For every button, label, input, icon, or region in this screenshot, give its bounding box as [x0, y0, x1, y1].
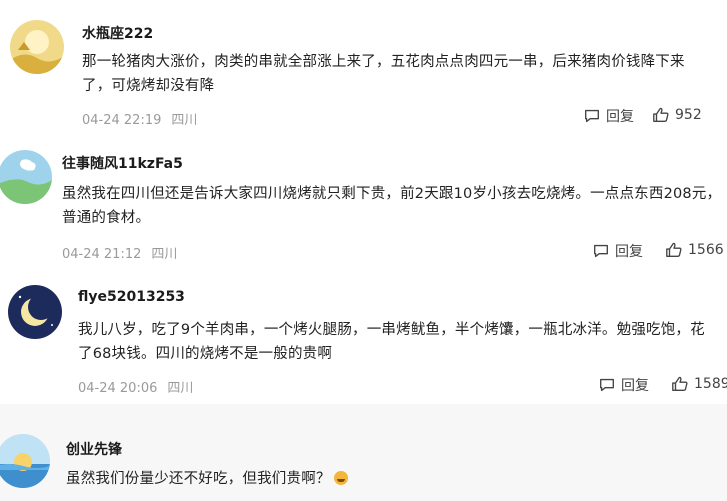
like-button[interactable]: 1589: [671, 375, 727, 393]
reply-button[interactable]: 回复: [583, 106, 634, 126]
like-count: 1566: [688, 242, 724, 258]
reply-button[interactable]: 回复: [592, 241, 643, 261]
avatar-image: [10, 20, 64, 74]
avatar-image: [8, 285, 62, 339]
like-button[interactable]: 952: [652, 106, 702, 124]
reply-button[interactable]: 回复: [598, 375, 649, 395]
comment-bubble-icon: [600, 378, 614, 392]
comment-location: 四川: [151, 247, 178, 262]
comment-bubble-icon: [594, 244, 608, 258]
reply-label: 回复: [621, 378, 649, 394]
like-button[interactable]: 1566: [665, 241, 724, 259]
comment-time: 04-24 22:19: [82, 113, 162, 128]
like-count: 1589: [694, 376, 727, 392]
comment-time: 04-24 21:12: [62, 247, 142, 262]
username[interactable]: 创业先锋: [66, 439, 122, 459]
comment-bubble-icon: [585, 109, 599, 123]
comment-text: 虽然我在四川但还是告诉大家四川烧烤就只剩下贵，前2天跟10岁小孩去吃烧烤。一点点…: [62, 186, 722, 226]
comment-location: 四川: [167, 381, 194, 396]
username[interactable]: 水瓶座222: [82, 23, 153, 43]
thumbs-up-icon: [672, 376, 688, 391]
comment-text: 虽然我们份量少还不好吃，但我们贵啊？: [66, 467, 666, 491]
comment-time: 04-24 20:06: [78, 381, 158, 396]
comment-text: 我儿八岁，吃了9个羊肉串，一个烤火腿肠，一串烤鱿鱼，半个烤馕，一瓶北冰洋。勉强吃…: [78, 322, 705, 362]
username[interactable]: 往事随风11kzFa5: [62, 153, 183, 173]
username[interactable]: flye52013253: [78, 289, 185, 305]
reply-label: 回复: [615, 244, 643, 260]
avatar[interactable]: [0, 150, 52, 204]
grin-emoji-icon: [333, 471, 348, 485]
like-count: 952: [675, 107, 702, 123]
comment-meta: 04-24 21:12 四川: [62, 243, 177, 262]
comment-meta: 04-24 22:19 四川: [82, 109, 197, 128]
thumbs-up-icon: [666, 242, 682, 257]
comment-meta: 04-24 20:06 四川: [78, 377, 193, 396]
comment-text-body: 虽然我们份量少还不好吃，但我们贵啊？: [66, 471, 331, 487]
comment-location: 四川: [171, 113, 198, 128]
reply-label: 回复: [606, 109, 634, 125]
thumbs-up-icon: [653, 107, 669, 122]
comment-text: 那一轮猪肉大涨价，肉类的串就全部涨上来了，五花肉点点肉四元一串，后来猪肉价钱降下…: [82, 54, 685, 94]
avatar[interactable]: [8, 285, 62, 339]
avatar[interactable]: [10, 20, 64, 74]
avatar-image: [0, 150, 52, 204]
